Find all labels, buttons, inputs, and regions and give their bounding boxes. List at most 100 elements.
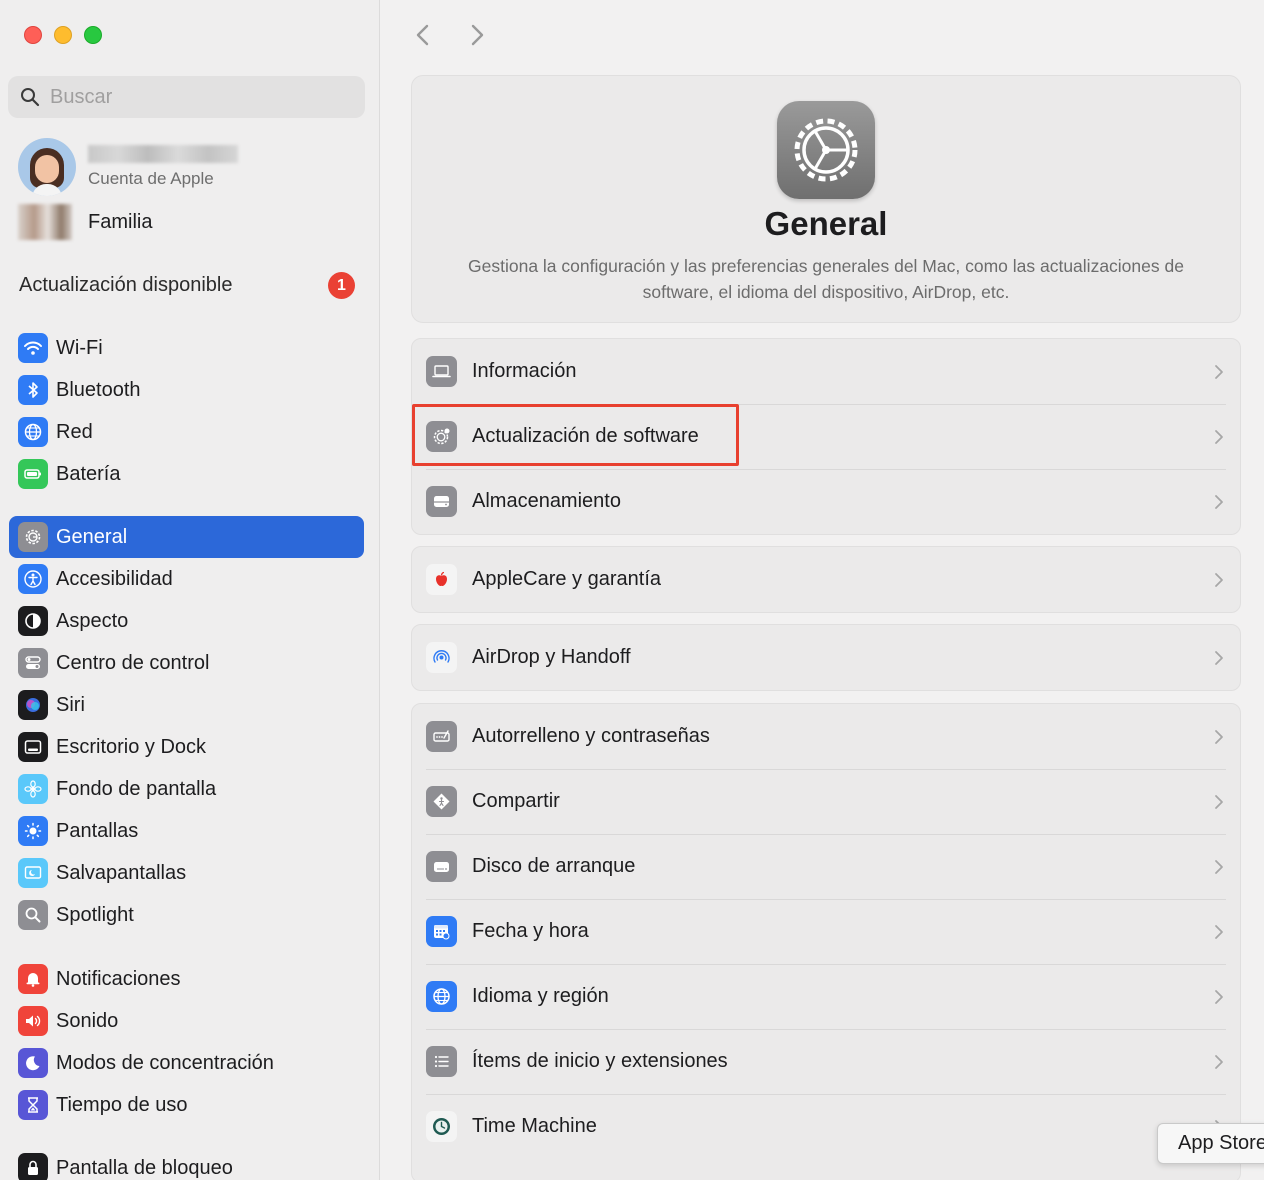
row-label: Ítems de inicio y extensiones (472, 1050, 728, 1072)
row-label: Almacenamiento (472, 490, 621, 512)
account-subtitle: Cuenta de Apple (88, 169, 214, 188)
sidebar-item-modos-de-concentracion[interactable]: Modos de concentración (9, 1042, 364, 1084)
sidebar-item-red[interactable]: Red (9, 411, 364, 453)
update-available-item[interactable]: Actualización disponible 1 (19, 272, 355, 299)
sidebar-item-sonido[interactable]: Sonido (9, 1000, 364, 1042)
sidebar-item-label: Salvapantallas (56, 861, 187, 884)
row-autorrelleno[interactable]: Autorrelleno y contraseñas (412, 704, 1240, 769)
row-compartir[interactable]: Compartir (412, 769, 1240, 834)
settings-group-airdrop: AirDrop y Handoff (411, 624, 1241, 691)
settings-group-info: Información Actualización de software Al… (411, 338, 1241, 535)
sidebar-item-fondo-de-pantalla[interactable]: Fondo de pantalla (9, 768, 364, 810)
sidebar-item-escritorio-y-dock[interactable]: Escritorio y Dock (9, 726, 364, 768)
apple-account[interactable]: Cuenta de Apple (18, 138, 238, 196)
family-item[interactable]: Familia (18, 204, 152, 240)
update-available-label: Actualización disponible (19, 274, 233, 296)
row-items-de-inicio[interactable]: Ítems de inicio y extensiones (412, 1029, 1240, 1094)
row-label: Autorrelleno y contraseñas (472, 725, 710, 747)
search-field[interactable]: Buscar (8, 76, 365, 118)
row-label: Información (472, 360, 577, 382)
sidebar-item-label: Bluetooth (56, 378, 141, 401)
back-chevron-icon[interactable] (411, 22, 435, 48)
row-label: Idioma y región (472, 985, 609, 1007)
redacted-account-name (88, 145, 238, 163)
sidebar-item-notificaciones[interactable]: Notificaciones (9, 958, 364, 1000)
drive-icon (426, 486, 457, 517)
row-time-machine[interactable]: Time Machine (412, 1094, 1240, 1159)
list-icon (426, 1046, 457, 1077)
wifi-icon (18, 333, 48, 363)
sun-icon (18, 816, 48, 846)
sidebar-item-label: Wi-Fi (56, 336, 103, 359)
minimize-window-button[interactable] (54, 26, 72, 44)
sidebar-item-label: Tiempo de uso (56, 1093, 188, 1116)
disk-icon (426, 851, 457, 882)
sidebar-group-system: General Accesibilidad Aspecto Centro de … (9, 516, 364, 936)
sidebar-item-label: Sonido (56, 1009, 119, 1032)
sidebar-item-label: Spotlight (56, 903, 134, 926)
family-avatars (18, 204, 72, 240)
sidebar-item-label: Accesibilidad (56, 567, 173, 590)
magnifier-icon (18, 900, 48, 930)
sidebar-item-label: Escritorio y Dock (56, 735, 207, 758)
sidebar-item-pantalla-de-bloqueo[interactable]: Pantalla de bloqueo (9, 1147, 364, 1180)
sidebar-item-label: Modos de concentración (56, 1051, 274, 1074)
sidebar-item-label: Aspecto (56, 609, 129, 632)
row-label: Disco de arranque (472, 855, 636, 877)
row-actualizacion-de-software[interactable]: Actualización de software (412, 404, 1240, 469)
hourglass-icon (18, 1090, 48, 1120)
sidebar-item-wifi[interactable]: Wi-Fi (9, 327, 364, 369)
zoom-window-button[interactable] (84, 26, 102, 44)
speaker-icon (18, 1006, 48, 1036)
row-almacenamiento[interactable]: Almacenamiento (412, 469, 1240, 534)
row-label: Compartir (472, 790, 560, 812)
row-applecare[interactable]: AppleCare y garantía (412, 547, 1240, 612)
sidebar-item-spotlight[interactable]: Spotlight (9, 894, 364, 936)
globe-icon (426, 981, 457, 1012)
row-airdrop-y-handoff[interactable]: AirDrop y Handoff (412, 625, 1240, 690)
autofill-icon (426, 721, 457, 752)
battery-icon (18, 459, 48, 489)
general-header-card: General Gestiona la configuración y las … (411, 75, 1241, 323)
navigation-buttons (411, 22, 489, 48)
chevron-right-icon (1215, 1054, 1223, 1069)
row-idioma-y-region[interactable]: Idioma y región (412, 964, 1240, 1029)
main-pane: General Gestiona la configuración y las … (381, 0, 1264, 1180)
bell-icon (18, 964, 48, 994)
sidebar-item-pantallas[interactable]: Pantallas (9, 810, 364, 852)
sidebar-item-centro-de-control[interactable]: Centro de control (9, 642, 364, 684)
row-disco-de-arranque[interactable]: Disco de arranque (412, 834, 1240, 899)
chevron-right-icon (1215, 794, 1223, 809)
bluetooth-icon (18, 375, 48, 405)
sidebar-group-network: Wi-Fi Bluetooth Red Batería (9, 327, 364, 495)
forward-chevron-icon[interactable] (465, 22, 489, 48)
gear-icon (18, 522, 48, 552)
sidebar-item-tiempo-de-uso[interactable]: Tiempo de uso (9, 1084, 364, 1126)
sidebar-item-bateria[interactable]: Batería (9, 453, 364, 495)
row-label: Fecha y hora (472, 920, 589, 942)
sidebar-item-aspecto[interactable]: Aspecto (9, 600, 364, 642)
sidebar-item-label: Pantallas (56, 819, 139, 842)
close-window-button[interactable] (24, 26, 42, 44)
sidebar-item-siri[interactable]: Siri (9, 684, 364, 726)
chevron-right-icon (1215, 572, 1223, 587)
row-label: AppleCare y garantía (472, 568, 662, 590)
settings-group-applecare: AppleCare y garantía (411, 546, 1241, 613)
settings-group-misc: Autorrelleno y contraseñas Compartir Dis… (411, 703, 1241, 1180)
chevron-right-icon (1215, 429, 1223, 444)
sidebar-item-label: General (56, 525, 128, 548)
sidebar-item-accesibilidad[interactable]: Accesibilidad (9, 558, 364, 600)
dock-icon (18, 732, 48, 762)
sidebar-item-label: Red (56, 420, 93, 443)
sidebar-item-bluetooth[interactable]: Bluetooth (9, 369, 364, 411)
chevron-right-icon (1215, 364, 1223, 379)
apple-logo-icon (426, 564, 457, 595)
sidebar-group-security: Pantalla de bloqueo (9, 1147, 364, 1180)
sidebar-item-general[interactable]: General (9, 516, 364, 558)
sidebar-item-salvapantallas[interactable]: Salvapantallas (9, 852, 364, 894)
lock-icon (18, 1153, 48, 1180)
tooltip-label: App Store (1178, 1132, 1264, 1154)
airdrop-icon (426, 642, 457, 673)
row-fecha-y-hora[interactable]: Fecha y hora (412, 899, 1240, 964)
row-informacion[interactable]: Información (412, 339, 1240, 404)
